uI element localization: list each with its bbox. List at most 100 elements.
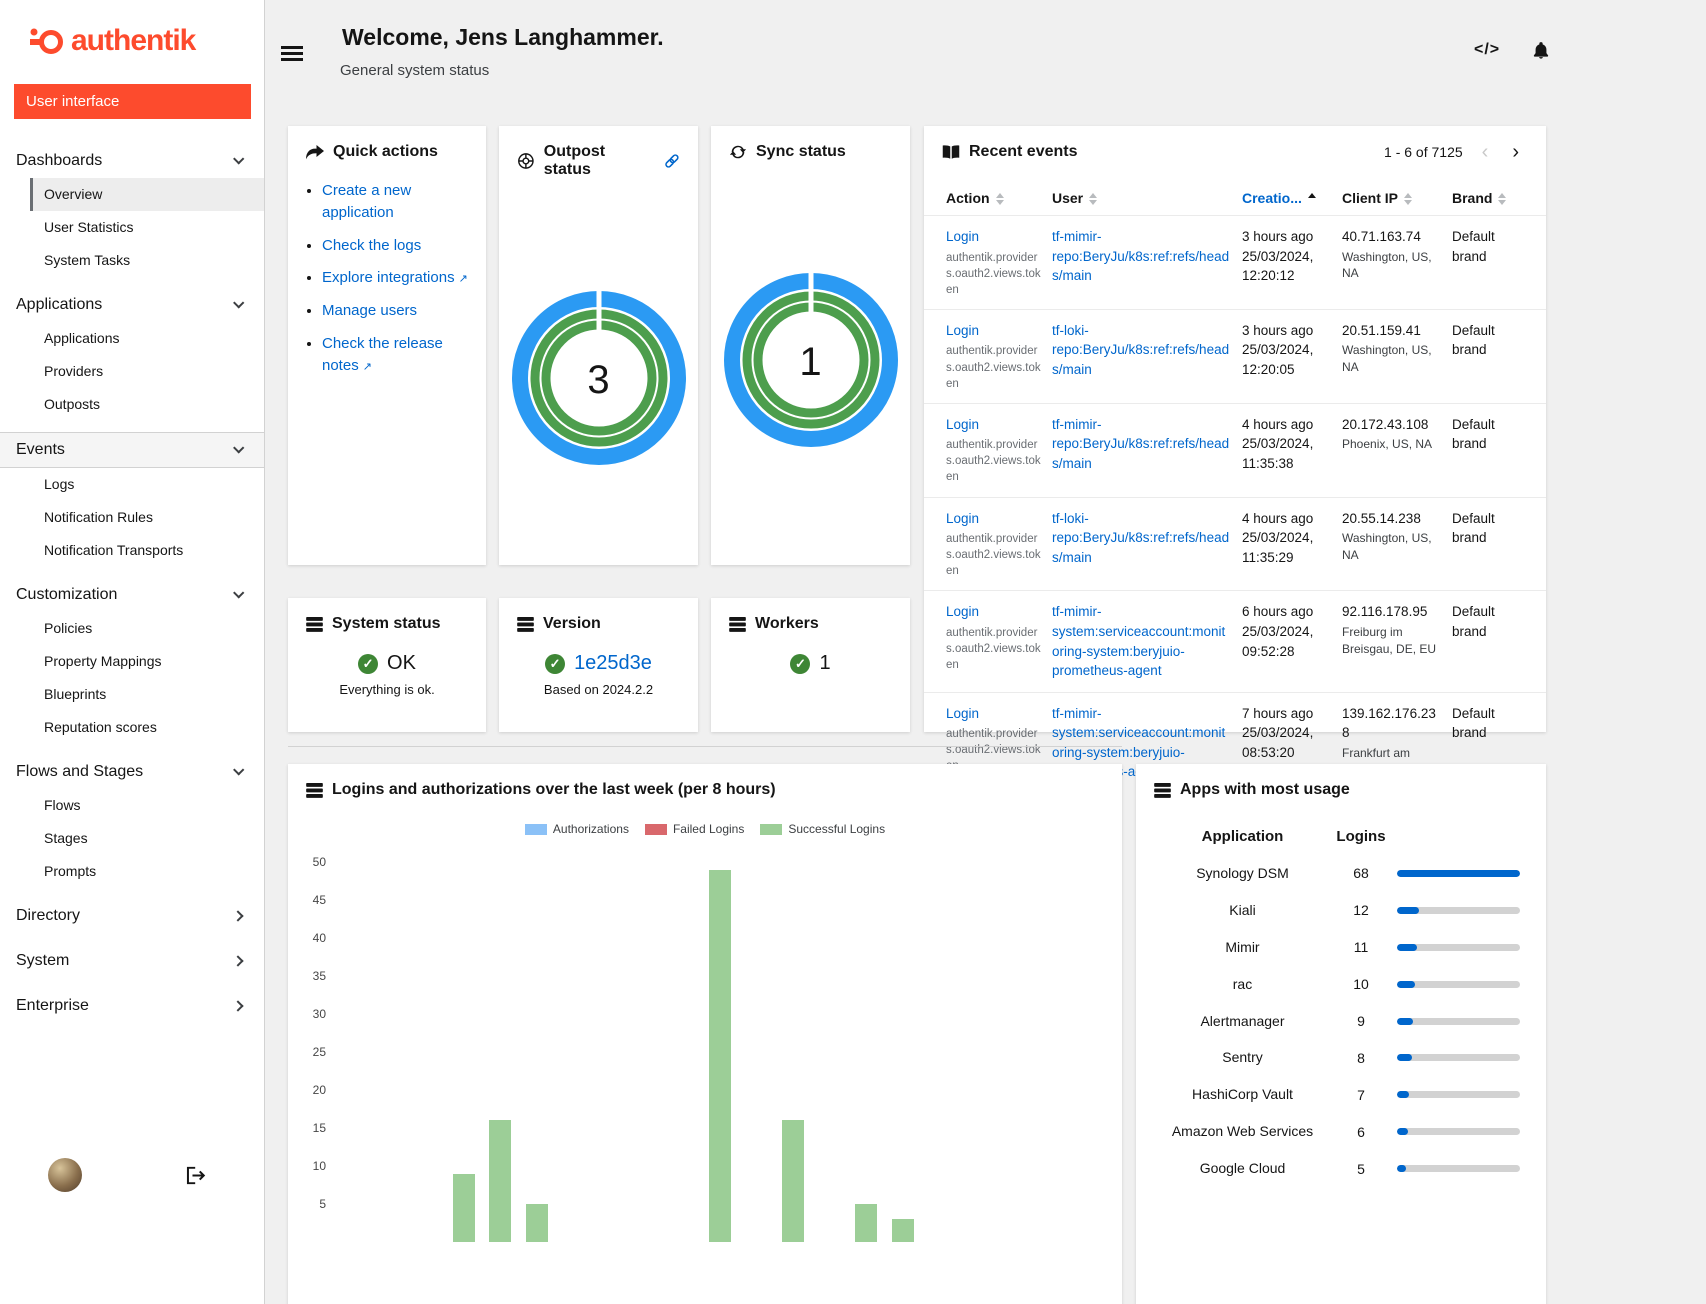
column-label: Action xyxy=(946,190,990,206)
event-user-link[interactable]: tf-loki-repo:BeryJu/k8s:ref:refs/heads/m… xyxy=(1052,511,1229,565)
sidebar-item-policies[interactable]: Policies xyxy=(0,612,264,645)
column-header-brand[interactable]: Brand xyxy=(1452,190,1524,206)
sidebar-item-overview[interactable]: Overview xyxy=(30,178,264,211)
outpost-status-donut: 3 xyxy=(511,290,687,471)
pagination-prev-button[interactable]: ‹ xyxy=(1477,142,1494,162)
user-avatar[interactable] xyxy=(48,1158,82,1192)
version-link[interactable]: 1e25d3e xyxy=(574,652,652,675)
event-action-link[interactable]: Login xyxy=(946,706,979,721)
event-action-link[interactable]: Login xyxy=(946,229,979,244)
sort-icon[interactable] xyxy=(1498,193,1506,205)
event-client-ip: 20.51.159.41 xyxy=(1342,321,1442,341)
sidebar: authentik User interface DashboardsOverv… xyxy=(0,0,265,1304)
sort-icon[interactable] xyxy=(1308,193,1316,198)
app-name-google-cloud: Google Cloud xyxy=(1160,1150,1325,1187)
y-axis-label: 35 xyxy=(313,969,326,983)
legend-item-failed-logins: Failed Logins xyxy=(645,822,744,836)
api-code-icon[interactable]: </> xyxy=(1474,41,1500,59)
event-creation-cell: 3 hours ago25/03/2024, 12:20:05 xyxy=(1242,321,1332,392)
sidebar-item-user-statistics[interactable]: User Statistics xyxy=(0,211,264,244)
card-title-text: Sync status xyxy=(756,143,846,161)
quick-action-link-check-the-logs[interactable]: Check the logs xyxy=(322,237,421,254)
sort-icon[interactable] xyxy=(1089,193,1097,205)
event-action-link[interactable]: Login xyxy=(946,511,979,526)
outpost-count: 3 xyxy=(511,290,687,471)
user-interface-button[interactable]: User interface xyxy=(14,84,251,119)
sidebar-item-providers[interactable]: Providers xyxy=(0,355,264,388)
workers-value-row: 1 xyxy=(711,652,910,675)
usage-bar-track xyxy=(1397,1128,1520,1135)
column-header-creatio[interactable]: Creatio... xyxy=(1242,190,1332,206)
chevron-right-icon xyxy=(232,955,243,966)
event-user-link[interactable]: tf-mimir-repo:BeryJu/k8s:ref:refs/heads/… xyxy=(1052,229,1229,283)
sync-status-donut: 1 xyxy=(723,272,899,453)
sidebar-item-stages[interactable]: Stages xyxy=(0,822,264,855)
sidebar-section-dashboards[interactable]: Dashboards xyxy=(0,144,264,178)
sync-status-title: Sync status xyxy=(711,126,910,178)
event-time-ago: 3 hours ago xyxy=(1242,227,1332,247)
quick-action-item: Explore integrations↗ xyxy=(322,267,472,289)
quick-action-link-check-the-release-notes[interactable]: Check the release notes xyxy=(322,335,443,374)
system-status-note: Everything is ok. xyxy=(288,682,486,697)
apps-usage-card: Apps with most usage ApplicationLoginsSy… xyxy=(1136,764,1546,1304)
column-header-user[interactable]: User xyxy=(1052,190,1232,206)
app-login-count: 5 xyxy=(1325,1161,1397,1177)
event-action-link[interactable]: Login xyxy=(946,323,979,338)
event-action-link[interactable]: Login xyxy=(946,417,979,432)
authentik-logo[interactable]: authentik xyxy=(0,0,264,76)
sidebar-item-flows[interactable]: Flows xyxy=(0,789,264,822)
sidebar-section-customization[interactable]: Customization xyxy=(0,578,264,612)
sidebar-item-logs[interactable]: Logs xyxy=(0,468,264,501)
outpost-link-icon[interactable] xyxy=(664,153,680,169)
event-user-link[interactable]: tf-mimir-system:serviceaccount:monitorin… xyxy=(1052,604,1225,678)
sidebar-section-system[interactable]: System xyxy=(0,944,264,978)
sidebar-item-prompts[interactable]: Prompts xyxy=(0,855,264,888)
chevron-down-icon xyxy=(233,587,244,598)
card-title-text: Version xyxy=(543,615,601,633)
quick-actions-list: Create a new application Check the logs Ex… xyxy=(288,178,486,376)
version-title: Version xyxy=(499,598,698,650)
menu-toggle-icon[interactable] xyxy=(281,43,303,64)
sidebar-item-reputation-scores[interactable]: Reputation scores xyxy=(0,711,264,744)
sidebar-section-events[interactable]: Events xyxy=(0,432,264,468)
quick-action-link-explore-integrations[interactable]: Explore integrations xyxy=(322,269,455,286)
column-label: Creatio... xyxy=(1242,190,1302,206)
sidebar-item-applications[interactable]: Applications xyxy=(0,322,264,355)
sort-icon[interactable] xyxy=(1404,193,1412,205)
logout-icon[interactable] xyxy=(186,1166,208,1185)
sidebar-item-blueprints[interactable]: Blueprints xyxy=(0,678,264,711)
sidebar-item-outposts[interactable]: Outposts xyxy=(0,388,264,421)
sidebar-section-applications[interactable]: Applications xyxy=(0,288,264,322)
sidebar-item-system-tasks[interactable]: System Tasks xyxy=(0,244,264,277)
event-action-detail: authentik.providers.oauth2.views.token xyxy=(946,625,1042,673)
sidebar-section-enterprise[interactable]: Enterprise xyxy=(0,989,264,1023)
pagination-next-button[interactable]: › xyxy=(1507,142,1524,162)
usage-bar-track xyxy=(1397,870,1520,877)
sidebar-item-notification-rules[interactable]: Notification Rules xyxy=(0,501,264,534)
event-user-link[interactable]: tf-loki-repo:BeryJu/k8s:ref:refs/heads/m… xyxy=(1052,323,1229,377)
sidebar-section-directory[interactable]: Directory xyxy=(0,899,264,933)
column-header-client-ip[interactable]: Client IP xyxy=(1342,190,1442,206)
pagination-top: 1 - 6 of 7125 ‹ › xyxy=(1384,142,1524,162)
usage-bar-track xyxy=(1397,981,1520,988)
sidebar-item-notification-transports[interactable]: Notification Transports xyxy=(0,534,264,567)
sidebar-item-property-mappings[interactable]: Property Mappings xyxy=(0,645,264,678)
sidebar-section-flows-and-stages[interactable]: Flows and Stages xyxy=(0,755,264,789)
card-title-text: System status xyxy=(332,615,441,633)
quick-action-link-create-a-new-application[interactable]: Create a new application xyxy=(322,182,411,221)
external-link-icon: ↗ xyxy=(363,361,372,373)
chevron-down-icon xyxy=(233,297,244,308)
system-status-title: System status xyxy=(288,598,486,650)
sort-icon[interactable] xyxy=(996,193,1004,205)
usage-bar-fill xyxy=(1397,1091,1409,1098)
section-label: Applications xyxy=(16,296,102,314)
usage-bar-track xyxy=(1397,1165,1520,1172)
quick-action-link-manage-users[interactable]: Manage users xyxy=(322,302,417,319)
authentik-admin-dashboard: authentik User interface DashboardsOverv… xyxy=(0,0,1706,1304)
event-timestamp: 25/03/2024, 12:20:05 xyxy=(1242,340,1332,379)
notifications-bell-icon[interactable] xyxy=(1531,40,1551,66)
column-header-action[interactable]: Action xyxy=(946,190,1042,206)
event-action-link[interactable]: Login xyxy=(946,604,979,619)
sidebar-nav: DashboardsOverviewUser StatisticsSystem … xyxy=(0,133,264,1023)
event-user-link[interactable]: tf-mimir-repo:BeryJu/k8s:ref:refs/heads/… xyxy=(1052,417,1229,471)
